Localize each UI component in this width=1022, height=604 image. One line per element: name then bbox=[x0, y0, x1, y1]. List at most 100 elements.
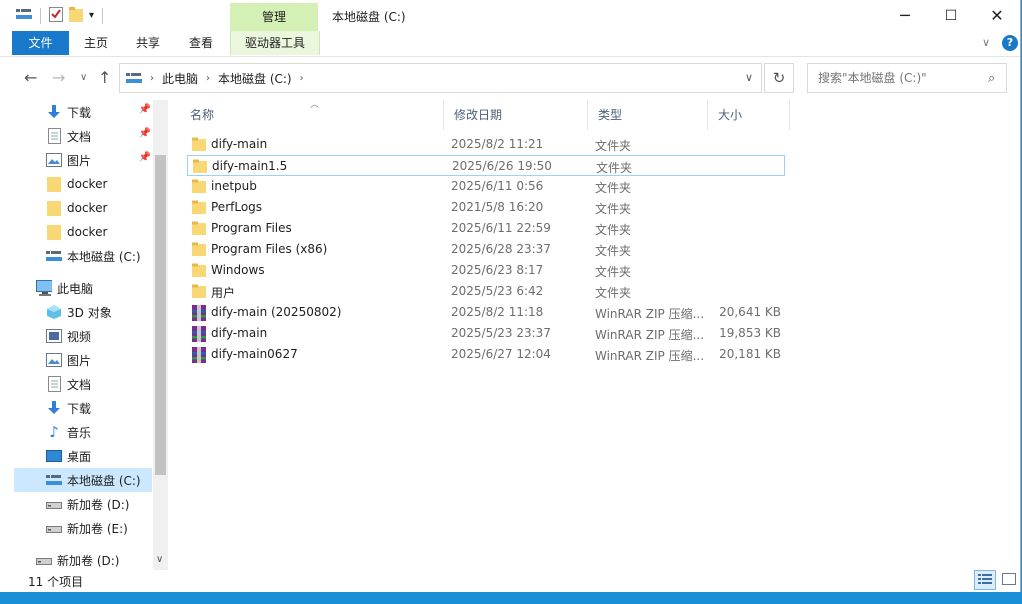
large-icons-view-button[interactable] bbox=[998, 570, 1020, 590]
3d-objects-icon bbox=[46, 304, 62, 320]
nav-item-docker-1[interactable]: docker bbox=[46, 172, 107, 196]
search-input[interactable] bbox=[816, 70, 988, 86]
file-date: 2025/8/2 11:21 bbox=[451, 137, 544, 151]
nav-item-desktop[interactable]: 桌面 bbox=[46, 444, 91, 468]
file-size: 19,853 KB bbox=[719, 326, 781, 340]
nav-item-pictures-quick[interactable]: 图片 📌 bbox=[46, 148, 151, 172]
breadcrumb-this-pc[interactable]: 此电脑 bbox=[162, 70, 198, 87]
folder-icon bbox=[192, 263, 206, 277]
desktop-fragment-text: N bbox=[0, 530, 9, 544]
status-bar: 11 个项目 bbox=[0, 570, 1020, 592]
nav-item-music[interactable]: ♪ 音乐 bbox=[46, 420, 91, 444]
breadcrumb-chevron-icon[interactable]: › bbox=[300, 73, 304, 84]
address-bar[interactable]: › 此电脑 › 本地磁盘 (C:) › ∨ bbox=[119, 63, 762, 93]
nav-item-this-pc[interactable]: 此电脑 bbox=[36, 276, 93, 300]
refresh-button[interactable]: ↻ bbox=[764, 63, 794, 93]
breadcrumb-chevron-icon[interactable]: › bbox=[150, 73, 154, 84]
table-row[interactable]: 用户 2025/5/23 6:42 文件夹 bbox=[187, 281, 785, 302]
hdd-icon bbox=[46, 496, 62, 512]
nav-item-local-disk-quick[interactable]: 本地磁盘 (C:) bbox=[46, 244, 141, 268]
file-type: 文件夹 bbox=[595, 265, 632, 279]
nav-item-volume-d-root[interactable]: 新加卷 (D:) bbox=[36, 548, 119, 570]
nav-item-pictures[interactable]: 图片 bbox=[46, 348, 91, 372]
computer-icon bbox=[36, 280, 52, 296]
nav-item-videos[interactable]: 视频 bbox=[46, 324, 91, 348]
file-size: 20,181 KB bbox=[719, 347, 781, 361]
properties-icon[interactable] bbox=[49, 6, 63, 25]
details-view-icon bbox=[978, 573, 992, 588]
table-row[interactable]: inetpub 2025/6/11 0:56 文件夹 bbox=[187, 176, 785, 197]
minimize-button[interactable]: ─ bbox=[882, 0, 928, 31]
nav-item-volume-d[interactable]: 新加卷 (D:) bbox=[46, 492, 129, 516]
help-icon[interactable]: ? bbox=[1002, 35, 1018, 51]
address-dropdown-icon[interactable]: ∨ bbox=[745, 71, 753, 84]
forward-button[interactable]: → bbox=[52, 68, 65, 87]
new-folder-icon[interactable] bbox=[69, 6, 83, 25]
close-button[interactable]: ✕ bbox=[974, 0, 1020, 31]
nav-item-volume-e[interactable]: 新加卷 (E:) bbox=[46, 516, 128, 540]
nav-scrollbar-thumb[interactable] bbox=[155, 155, 166, 475]
breadcrumb-chevron-icon[interactable]: › bbox=[206, 73, 210, 84]
nav-item-downloads-quick[interactable]: 下载 📌 bbox=[46, 100, 151, 124]
nav-item-downloads[interactable]: 下载 bbox=[46, 396, 91, 420]
table-row[interactable]: dify-main0627 2025/6/27 12:04 WinRAR ZIP 压… bbox=[187, 344, 785, 365]
column-header-type[interactable]: 类型 bbox=[588, 100, 708, 130]
file-date: 2025/6/23 8:17 bbox=[451, 263, 544, 277]
video-icon bbox=[46, 328, 62, 344]
qat-divider bbox=[40, 7, 41, 24]
details-view-button[interactable] bbox=[974, 570, 996, 590]
nav-item-3d-objects[interactable]: 3D 对象 bbox=[46, 300, 112, 324]
file-name: dify-main0627 bbox=[211, 347, 298, 361]
scroll-down-icon[interactable]: ∨ bbox=[156, 554, 163, 565]
table-row[interactable]: dify-main 2025/5/23 23:37 WinRAR ZIP 压缩...… bbox=[187, 323, 785, 344]
table-row[interactable]: Program Files (x86) 2025/6/28 23:37 文件夹 bbox=[187, 239, 785, 260]
back-button[interactable]: ← bbox=[24, 68, 37, 87]
file-date: 2025/6/11 22:59 bbox=[451, 221, 551, 235]
table-row[interactable]: Windows 2025/6/23 8:17 文件夹 bbox=[187, 260, 785, 281]
tab-drive-tools[interactable]: 驱动器工具 bbox=[230, 31, 320, 55]
table-row[interactable]: PerfLogs 2021/5/8 16:20 文件夹 bbox=[187, 197, 785, 218]
tab-view[interactable]: 查看 bbox=[181, 31, 221, 55]
tab-home[interactable]: 主页 bbox=[76, 31, 116, 55]
table-row[interactable]: dify-main1.5 2025/6/26 19:50 文件夹 bbox=[187, 155, 785, 176]
minimize-icon: ─ bbox=[900, 6, 910, 25]
nav-item-local-disk[interactable]: 本地磁盘 (C:) bbox=[14, 468, 152, 492]
nav-scrollbar[interactable]: ∨ bbox=[153, 100, 168, 570]
explorer-app-icon[interactable] bbox=[16, 7, 32, 24]
customize-qat-icon[interactable]: ▾ bbox=[89, 10, 94, 21]
file-type: 文件夹 bbox=[595, 244, 632, 258]
expand-ribbon-icon[interactable]: ∨ bbox=[982, 36, 990, 49]
manage-contextual-label[interactable]: 管理 bbox=[230, 3, 318, 31]
table-row[interactable]: dify-main 2025/8/2 11:21 文件夹 bbox=[187, 134, 785, 155]
explorer-window: ▾ 管理 本地磁盘 (C:) ─ ☐ ✕ 文件 主页 共享 查看 驱动器工具 ∨… bbox=[0, 0, 1021, 592]
file-date: 2025/6/26 19:50 bbox=[452, 159, 552, 173]
breadcrumb-local-disk[interactable]: 本地磁盘 (C:) bbox=[218, 70, 292, 87]
title-bar: ▾ 管理 本地磁盘 (C:) ─ ☐ ✕ bbox=[0, 0, 1020, 31]
tab-share[interactable]: 共享 bbox=[128, 31, 168, 55]
tab-file[interactable]: 文件 bbox=[12, 31, 69, 55]
file-name: Program Files (x86) bbox=[211, 242, 328, 256]
folder-icon bbox=[46, 224, 62, 240]
nav-item-documents[interactable]: 文档 bbox=[46, 372, 91, 396]
file-date: 2025/8/2 11:18 bbox=[451, 305, 544, 319]
recent-locations-icon[interactable]: ∨ bbox=[80, 72, 87, 83]
file-type: WinRAR ZIP 压缩... bbox=[595, 307, 703, 321]
file-type: 文件夹 bbox=[596, 161, 633, 175]
pin-icon: 📌 bbox=[138, 128, 151, 139]
table-row[interactable]: Program Files 2025/6/11 22:59 文件夹 bbox=[187, 218, 785, 239]
up-button[interactable]: ↑ bbox=[98, 68, 111, 87]
nav-item-docker-2[interactable]: docker bbox=[46, 196, 107, 220]
maximize-button[interactable]: ☐ bbox=[928, 0, 974, 31]
address-row: ← → ∨ ↑ › 此电脑 › 本地磁盘 (C:) › ∨ ↻ ⌕ bbox=[0, 62, 1020, 96]
column-header-size[interactable]: 大小 bbox=[708, 100, 790, 130]
window-title: 本地磁盘 (C:) bbox=[332, 10, 406, 24]
nav-item-docker-3[interactable]: docker bbox=[46, 220, 107, 244]
nav-item-documents-quick[interactable]: 文档 📌 bbox=[46, 124, 151, 148]
table-row[interactable]: dify-main (20250802) 2025/8/2 11:18 WinRAR… bbox=[187, 302, 785, 323]
file-name: 用户 bbox=[211, 286, 236, 300]
column-header-date[interactable]: 修改日期 bbox=[444, 100, 588, 130]
file-date: 2025/5/23 23:37 bbox=[451, 326, 551, 340]
file-name: dify-main bbox=[211, 326, 268, 340]
search-box[interactable]: ⌕ bbox=[807, 63, 1007, 93]
file-type: 文件夹 bbox=[595, 202, 632, 216]
